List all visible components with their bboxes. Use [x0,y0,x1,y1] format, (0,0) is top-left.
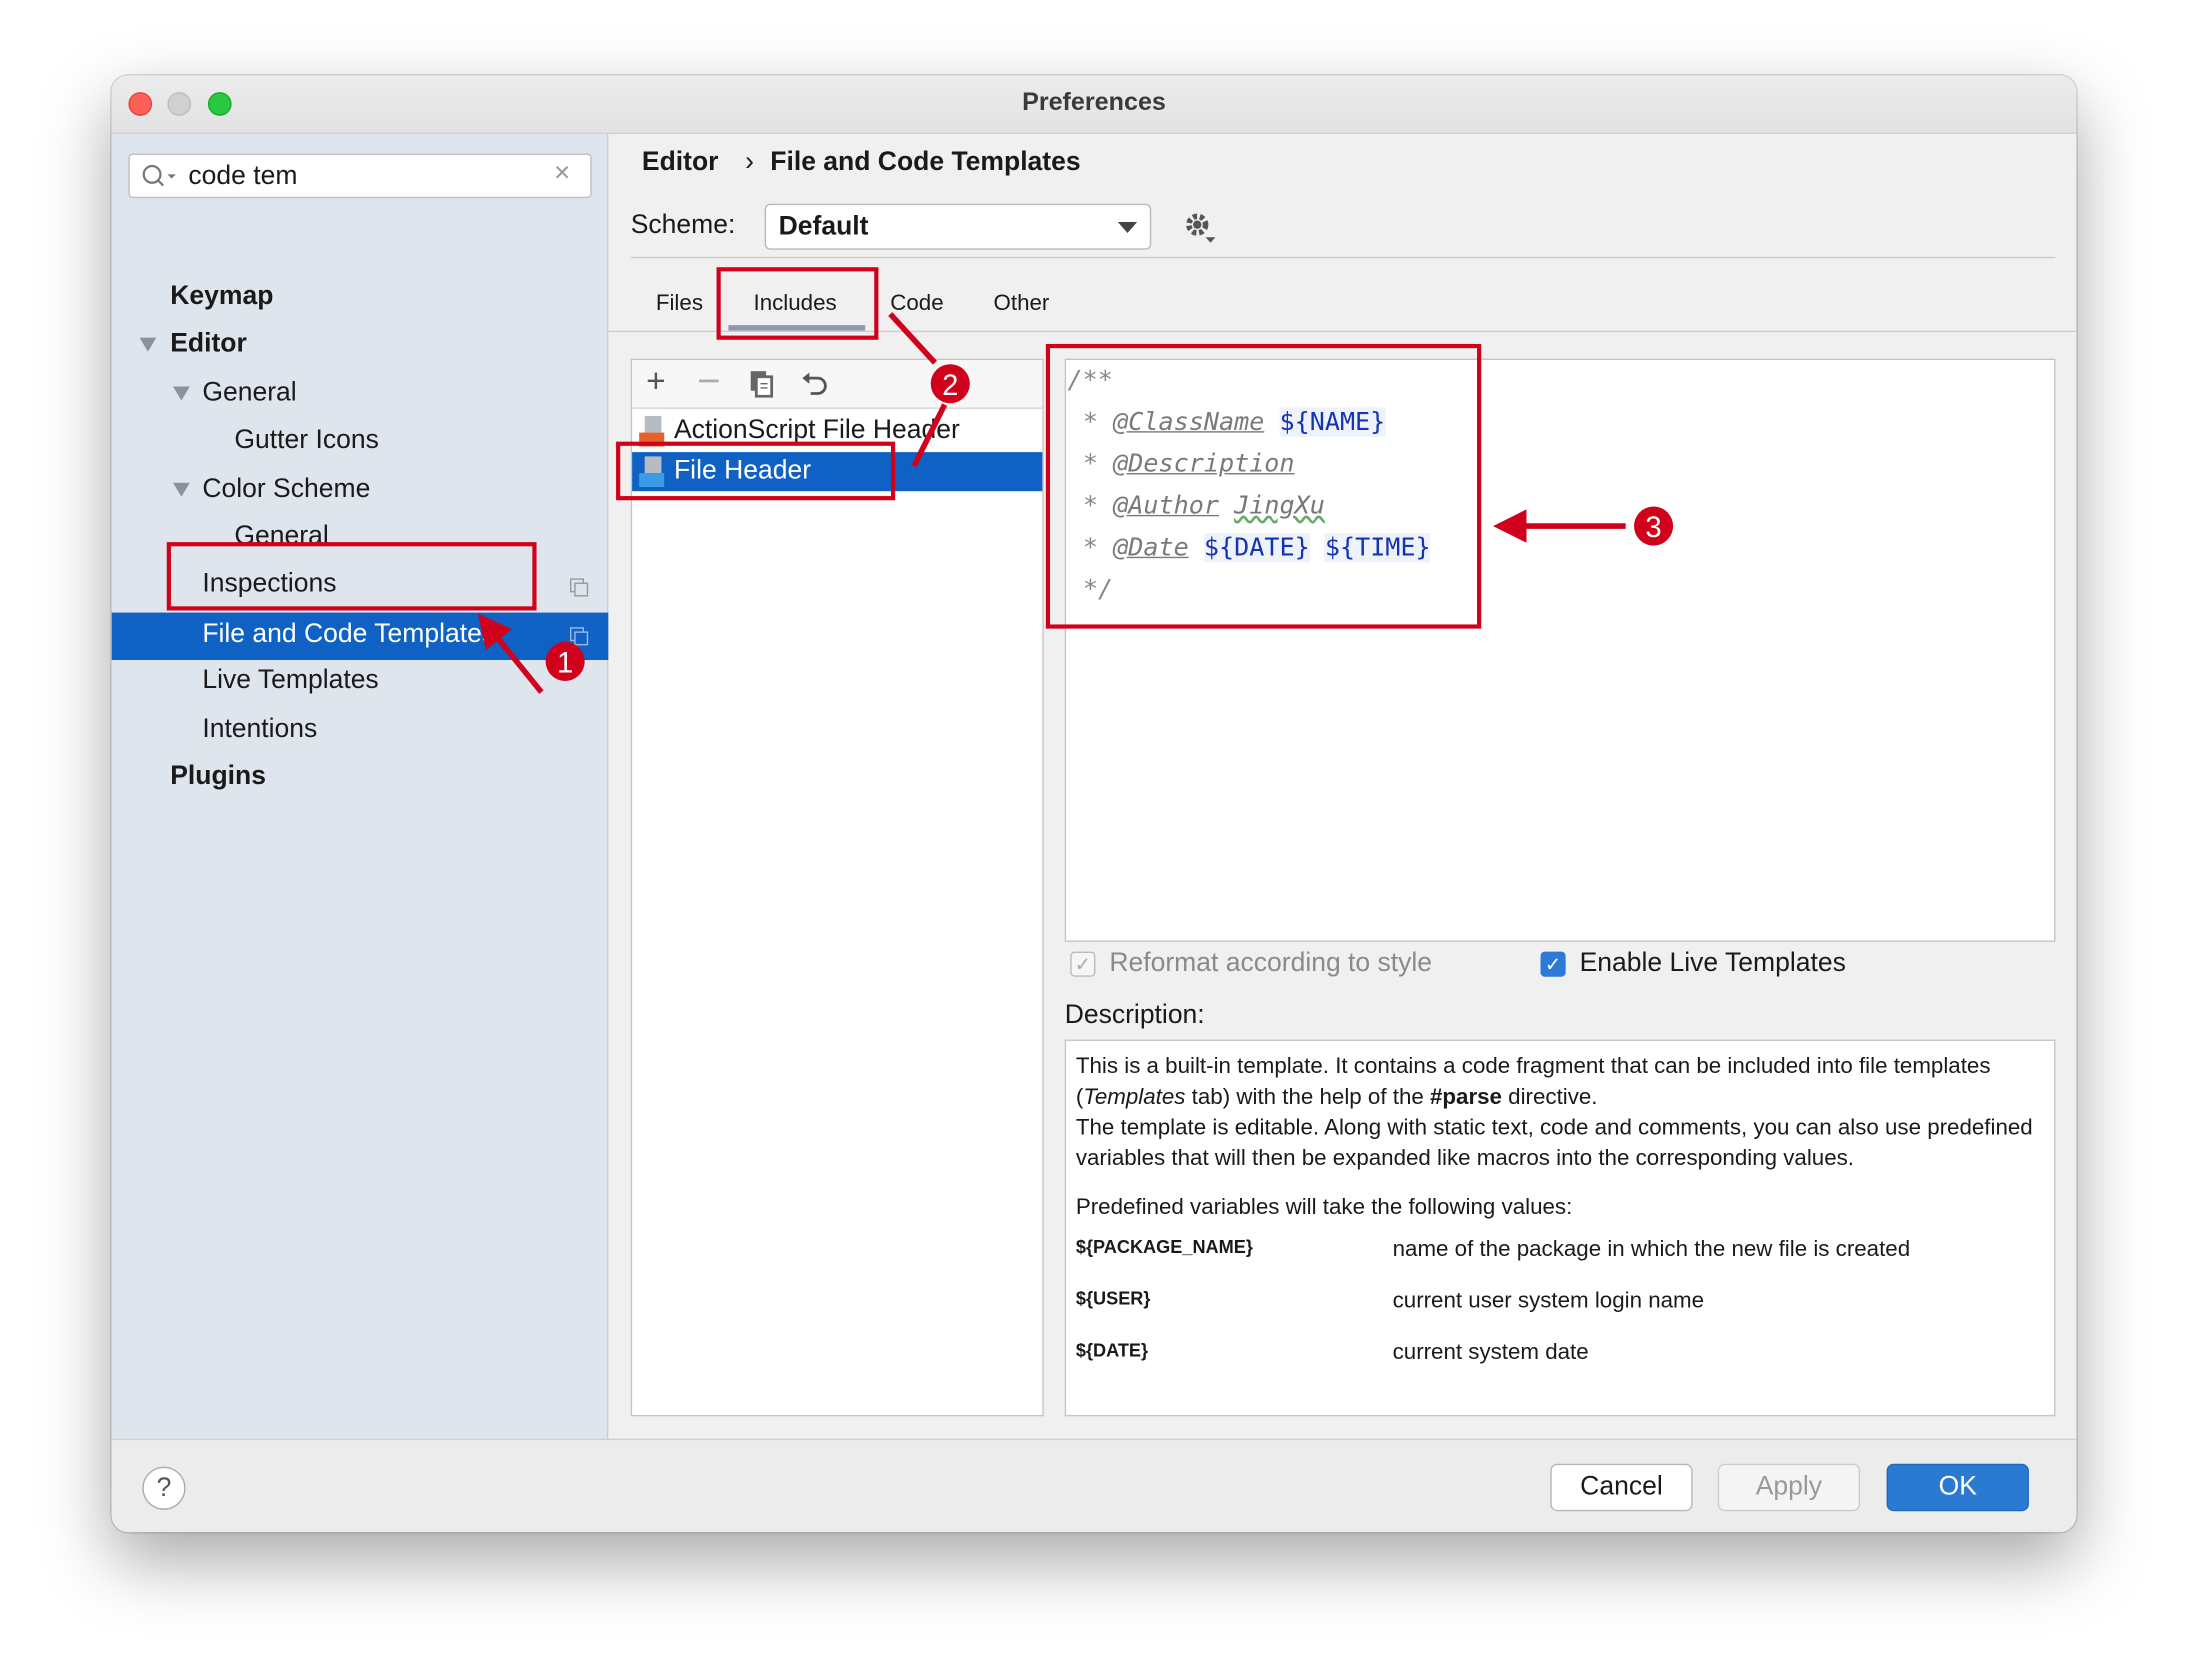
annotation-overlay: 1 2 3 [166,267,1674,694]
annotation-number: 1 [557,647,573,680]
annotation-arrow-1 [477,613,544,694]
annotation-box-list [616,441,896,501]
annotation-number: 2 [942,369,958,402]
annotation-line-2 [888,312,937,365]
annotation-number: 3 [1645,511,1661,544]
annotation-line-2 [911,403,948,468]
annotation-box-editor [1045,343,1482,629]
annotation-box-sidebar [166,542,537,611]
annotation-box-tab [716,267,879,340]
